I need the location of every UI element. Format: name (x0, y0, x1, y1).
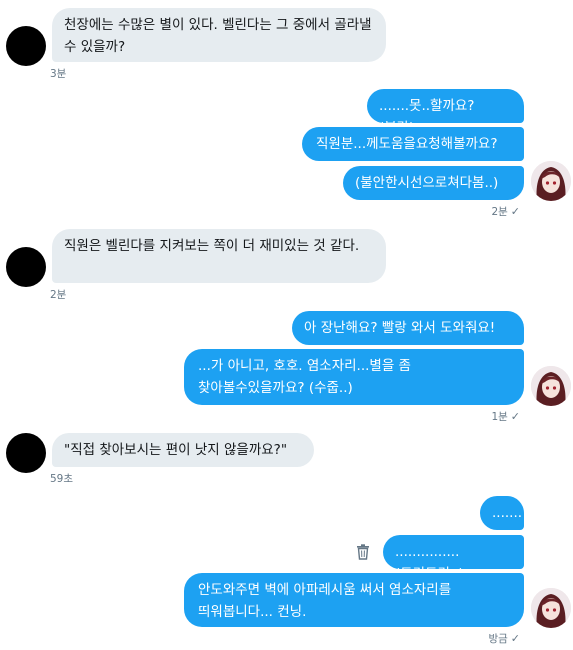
anime-character-avatar-icon (531, 161, 571, 201)
message-timestamp: 방금 (488, 633, 508, 645)
message-text: ...가 아니고, 호호. 염소자리...별을 좀 찾아볼수있을까요? (수줍.… (198, 358, 411, 396)
received-message[interactable]: "직접 찾아보시는 편이 낫지 않을까요?" (52, 433, 314, 467)
contact-avatar[interactable] (6, 247, 46, 287)
message-timestamp: 3분 (50, 68, 67, 80)
sent-message[interactable]: 직원분...께도움을요청해볼까요? (302, 127, 524, 161)
message-text: 안도와주면 벽에 아파레시움 써서 염소자리를 띄워봅니다... 컨닝. (198, 582, 452, 620)
sent-message[interactable]: (불안한시선으로쳐다봄..) (343, 166, 524, 200)
contact-avatar[interactable] (6, 26, 46, 66)
sent-message[interactable]: ....... (480, 496, 524, 530)
message-text: 천장에는 수많은 별이 있다. 벨린다는 그 중에서 골라낼 수 있을까? (64, 17, 372, 55)
message-timestamp: 2분 (491, 206, 508, 218)
sent-message[interactable]: ...가 아니고, 호호. 염소자리...별을 좀 찾아볼수있을까요? (수줍.… (184, 349, 524, 405)
message-timestamp: 1분 (491, 411, 508, 423)
user-avatar[interactable] (531, 366, 571, 406)
check-icon: ✓ (510, 632, 520, 645)
message-text: (불안한시선으로쳐다봄..) (355, 175, 499, 191)
message-text: 아 장난해요? 빨랑 와서 도와줘요! (304, 320, 496, 336)
message-timestamp: 2분 (50, 289, 67, 301)
check-icon: ✓ (510, 205, 520, 218)
sent-message[interactable]: .......못..할까요? (부랑) (367, 89, 524, 136)
sent-message[interactable]: 아 장난해요? 빨랑 와서 도와줘요! (292, 311, 524, 345)
message-text: ....... (492, 505, 523, 521)
check-icon: ✓ (510, 410, 520, 423)
message-status: 1분 ✓ (470, 409, 520, 424)
sent-message[interactable]: ............... (도리도리..) (383, 535, 524, 582)
message-text: 직원은 벨린다를 지켜보는 쪽이 더 재미있는 것 같다. (64, 238, 360, 254)
anime-character-avatar-icon (531, 588, 571, 628)
message-timestamp: 59초 (50, 473, 74, 485)
message-status: 2분 ✓ (470, 204, 520, 219)
message-status: 방금 ✓ (450, 631, 520, 646)
trash-icon[interactable] (356, 544, 370, 560)
message-text: "직접 찾아보시는 편이 낫지 않을까요?" (64, 442, 288, 458)
sent-message[interactable]: 안도와주면 벽에 아파레시움 써서 염소자리를 띄워봅니다... 컨닝. (184, 573, 524, 627)
received-message[interactable]: 천장에는 수많은 별이 있다. 벨린다는 그 중에서 골라낼 수 있을까? (52, 8, 386, 62)
user-avatar[interactable] (531, 588, 571, 628)
anime-character-avatar-icon (531, 366, 571, 406)
contact-avatar[interactable] (6, 433, 46, 473)
message-text: 직원분...께도움을요청해볼까요? (316, 136, 498, 152)
user-avatar[interactable] (531, 161, 571, 201)
received-message[interactable]: 직원은 벨린다를 지켜보는 쪽이 더 재미있는 것 같다. (52, 229, 386, 283)
